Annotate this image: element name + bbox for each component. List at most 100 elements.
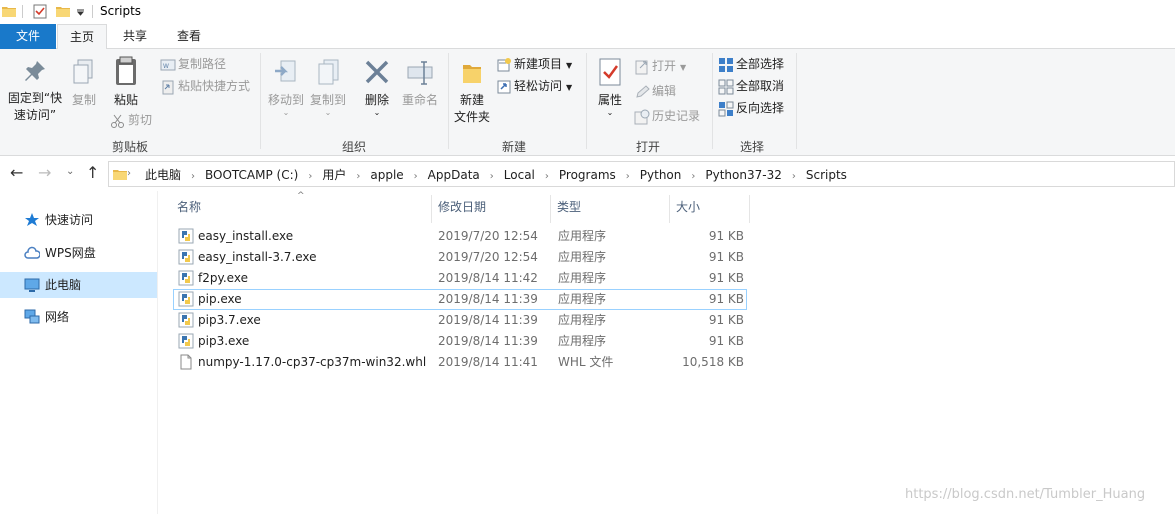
nav-item-label: 此电脑	[45, 278, 82, 292]
nav-item-label: 快速访问	[45, 213, 94, 227]
table-row[interactable]: easy_install-3.7.exe 2019/7/20 12:54 应用程…	[173, 247, 747, 268]
table-row[interactable]: easy_install.exe 2019/7/20 12:54 应用程序 91…	[173, 226, 747, 247]
recent-locations-chevron-icon[interactable]: ⌄	[66, 166, 74, 177]
breadcrumb-item[interactable]: 用户	[322, 166, 346, 183]
rename-icon	[407, 61, 433, 85]
watermark: https://blog.csdn.net/Tumbler_Huang	[905, 487, 1146, 502]
crumb-chevron-icon[interactable]: ›	[626, 171, 630, 182]
breadcrumb: 此电脑 › BOOTCAMP (C:) › 用户 › apple › AppData › Local…	[145, 166, 847, 183]
copy-to-button[interactable]: 复制到 ⌄	[308, 59, 348, 117]
nav-item-network[interactable]: 网络	[0, 304, 157, 330]
easy-access-button[interactable]: 轻松访问 ▼	[496, 77, 572, 97]
select-all-button[interactable]: 全部选择	[718, 55, 784, 75]
open-icon	[635, 60, 648, 74]
nav-item-quick-access[interactable]: 快速访问	[0, 207, 157, 233]
crumb-chevron-icon[interactable]: ›	[308, 171, 312, 182]
ribbon-separator	[712, 53, 713, 149]
table-row[interactable]: pip3.exe 2019/8/14 11:39 应用程序 91 KB	[173, 331, 747, 352]
file-type: 应用程序	[558, 229, 607, 243]
copy-button[interactable]: 复制	[66, 59, 102, 109]
crumb-chevron-icon[interactable]: ›	[356, 171, 360, 182]
paste-button[interactable]: 粘贴	[108, 55, 144, 109]
properties-button[interactable]: 属性 ⌄	[590, 57, 630, 117]
forward-arrow-icon[interactable]: →	[38, 163, 51, 182]
edit-button[interactable]: 编辑	[634, 82, 676, 102]
select-none-button[interactable]: 全部取消	[718, 77, 784, 97]
history-button[interactable]: 历史记录	[634, 107, 700, 127]
column-header-type[interactable]: 类型	[551, 195, 670, 223]
breadcrumb-item[interactable]: Scripts	[806, 168, 847, 182]
python-exe-icon	[178, 270, 194, 286]
crumb-chevron-icon[interactable]: ›	[691, 171, 695, 182]
table-row-focused[interactable]: pip.exe 2019/8/14 11:39 应用程序 91 KB	[173, 289, 747, 310]
copy-label: 复制	[71, 93, 96, 107]
crumb-chevron-icon[interactable]: ›	[414, 171, 418, 182]
breadcrumb-item[interactable]: Python37-32	[705, 168, 781, 182]
table-row[interactable]: pip3.7.exe 2019/8/14 11:39 应用程序 91 KB	[173, 310, 747, 331]
back-arrow-icon[interactable]: ←	[10, 163, 23, 182]
computer-icon	[24, 278, 40, 292]
crumb-chevron-icon[interactable]: ›	[191, 171, 195, 182]
new-folder-icon[interactable]	[56, 4, 70, 18]
table-row[interactable]: f2py.exe 2019/8/14 11:42 应用程序 91 KB	[173, 268, 747, 289]
select-group-label: 选择	[739, 140, 764, 154]
file-date: 2019/7/20 12:54	[438, 229, 538, 243]
breadcrumb-item[interactable]: apple	[370, 168, 403, 182]
new-item-button[interactable]: 新建项目 ▼	[496, 55, 572, 75]
pin-quick-access-button[interactable]: 固定到“快 速访问”	[4, 59, 66, 124]
file-date: 2019/8/14 11:41	[438, 355, 538, 369]
python-exe-icon	[178, 312, 194, 328]
new-folder-button[interactable]: 新建 文件夹	[450, 59, 494, 126]
column-header-size[interactable]: 大小	[670, 195, 750, 223]
history-icon	[634, 109, 650, 124]
breadcrumb-item[interactable]: Programs	[559, 168, 616, 182]
properties-icon[interactable]	[33, 4, 47, 19]
pin-label-line2: 速访问”	[13, 108, 57, 122]
crumb-chevron-icon[interactable]: ›	[792, 171, 796, 182]
paste-shortcut-button[interactable]: 粘贴快捷方式	[160, 77, 250, 97]
column-header-date[interactable]: 修改日期	[432, 195, 551, 223]
rename-button[interactable]: 重命名	[398, 59, 442, 109]
breadcrumb-item[interactable]: Local	[504, 168, 535, 182]
open-button[interactable]: 打开 ▼	[634, 57, 686, 77]
move-to-button[interactable]: 移动到 ⌄	[266, 59, 306, 117]
copy-to-icon	[318, 59, 339, 85]
breadcrumb-item[interactable]: Python	[640, 168, 682, 182]
select-none-label: 全部取消	[736, 79, 785, 93]
tab-share[interactable]: 共享	[110, 24, 160, 49]
nav-item-this-pc[interactable]: 此电脑	[0, 272, 157, 298]
column-header-name[interactable]: 名称	[171, 195, 432, 223]
crumb-chevron-icon[interactable]: ›	[490, 171, 494, 182]
tab-view[interactable]: 查看	[164, 24, 214, 49]
copy-path-button[interactable]: W 复制路径	[160, 55, 226, 75]
tab-home[interactable]: 主页	[57, 24, 107, 50]
chevron-down-icon[interactable]	[76, 8, 85, 16]
open-group-label: 打开	[635, 140, 660, 154]
breadcrumb-item[interactable]: BOOTCAMP (C:)	[205, 168, 298, 182]
breadcrumb-item[interactable]: AppData	[428, 168, 480, 182]
delete-button[interactable]: 删除 ⌄	[358, 59, 396, 117]
file-type: 应用程序	[558, 292, 607, 306]
table-row[interactable]: numpy-1.17.0-cp37-cp37m-win32.whl 2019/8…	[173, 352, 747, 373]
address-bar[interactable]: › 此电脑 › BOOTCAMP (C:) › 用户 › apple › AppData › Loc…	[108, 161, 1175, 187]
scissors-icon	[111, 114, 124, 128]
nav-item-label: WPS网盘	[45, 246, 96, 260]
edit-label: 编辑	[652, 84, 677, 98]
cut-button[interactable]: 剪切	[110, 111, 152, 131]
file-date: 2019/8/14 11:42	[438, 271, 538, 285]
up-arrow-icon[interactable]: ↑	[86, 163, 99, 182]
file-type: 应用程序	[558, 250, 607, 264]
cut-label: 剪切	[128, 113, 153, 127]
file-size: 91 KB	[708, 313, 744, 327]
breadcrumb-item[interactable]: 此电脑	[145, 166, 181, 183]
crumb-chevron-icon[interactable]: ›	[545, 171, 549, 182]
crumb-chevron-icon[interactable]: ›	[127, 168, 131, 179]
folder-icon	[2, 7, 16, 17]
delete-icon	[365, 60, 389, 84]
select-all-icon	[719, 57, 733, 72]
tab-file[interactable]: 文件	[0, 24, 56, 49]
file-size: 91 KB	[708, 250, 744, 264]
easy-access-icon	[497, 80, 511, 93]
invert-selection-button[interactable]: 反向选择	[718, 99, 784, 119]
nav-item-wps-cloud[interactable]: WPS网盘	[0, 240, 157, 266]
